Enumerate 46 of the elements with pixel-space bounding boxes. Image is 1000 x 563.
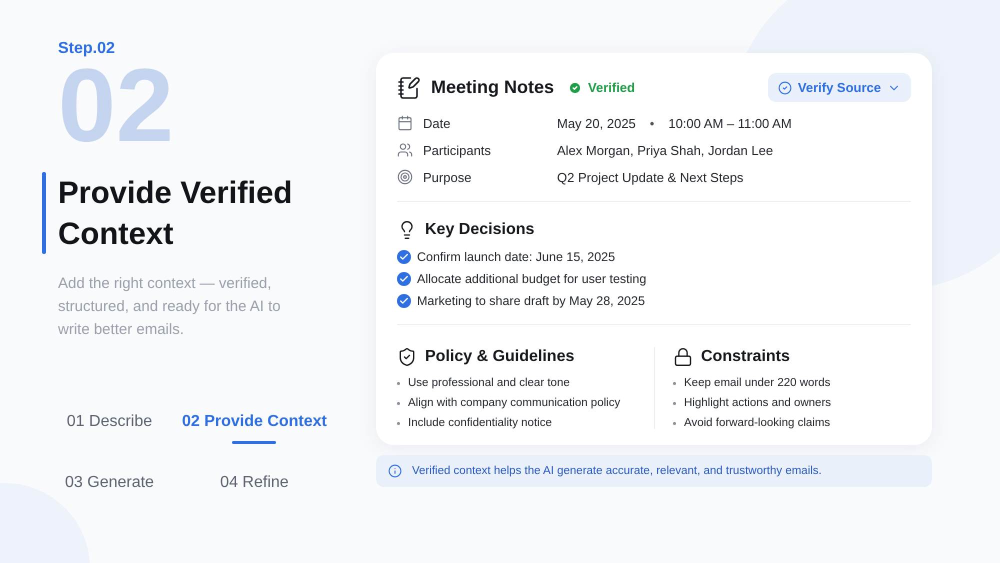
detail-value: May 20, 2025 bbox=[557, 116, 636, 130]
decision-text: Confirm launch date: June 15, 2025 bbox=[417, 250, 616, 264]
section-title: Key Decisions bbox=[425, 221, 534, 239]
decision-text: Marketing to share draft by May 28, 2025 bbox=[417, 294, 645, 308]
list-item: Avoid forward-looking claims bbox=[684, 417, 830, 429]
shield-check-icon bbox=[397, 347, 417, 367]
step-tab[interactable]: 04 Refine bbox=[178, 474, 330, 505]
description: Add the right context — verified, structured, and ready for the AI to write better emails. bbox=[58, 274, 282, 340]
step-label: Step.02 bbox=[58, 40, 115, 58]
list-item: Align with company communication policy bbox=[408, 397, 620, 409]
target-icon bbox=[397, 169, 413, 185]
detail-label: Purpose bbox=[423, 170, 472, 184]
bullet-icon bbox=[673, 382, 676, 384]
people-icon bbox=[397, 142, 413, 158]
detail-value: Q2 Project Update & Next Steps bbox=[557, 170, 744, 184]
detail-label: Date bbox=[423, 116, 450, 130]
bullet-icon bbox=[673, 422, 676, 424]
notes-icon bbox=[397, 76, 421, 100]
section-title: Policy & Guidelines bbox=[425, 348, 574, 366]
card-title: Meeting Notes bbox=[431, 77, 554, 98]
detail-label: Participants bbox=[423, 142, 491, 158]
time-range: 10:00 AM – 11:00 AM bbox=[668, 116, 792, 130]
bullet-icon bbox=[397, 382, 400, 384]
list-item: Use professional and clear tone bbox=[408, 377, 570, 389]
lock-icon bbox=[673, 347, 693, 367]
list-item: Keep email under 220 words bbox=[684, 377, 830, 389]
calendar-icon bbox=[397, 115, 413, 131]
bullet-icon bbox=[673, 402, 676, 404]
bullet-icon bbox=[397, 402, 400, 404]
section-title: Constraints bbox=[701, 348, 790, 366]
decision-text: Allocate additional budget for user testing bbox=[417, 272, 646, 286]
list-item: Highlight actions and owners bbox=[684, 397, 832, 409]
separator-dot: • bbox=[650, 116, 654, 130]
info-text: Verified context helps the AI generate accurate, relevant, and trustworthy emails. bbox=[412, 465, 822, 477]
badge-label: Verified bbox=[588, 80, 635, 95]
bullet-icon bbox=[397, 422, 400, 424]
page-title: Provide Verified Context bbox=[58, 174, 294, 253]
list-item: Include confidentiality notice bbox=[408, 417, 552, 429]
detail-value: Alex Morgan, Priya Shah, Jordan Lee bbox=[557, 142, 774, 158]
check-circle-icon bbox=[568, 80, 582, 94]
check-circle-icon bbox=[778, 80, 792, 94]
step-tab[interactable]: 01 Describe bbox=[62, 413, 157, 444]
step-tab[interactable]: 03 Generate bbox=[62, 474, 157, 505]
step-tab[interactable]: 02 Provide Context bbox=[178, 413, 330, 444]
verify-source-button[interactable]: Verify Source bbox=[768, 73, 911, 102]
info-icon bbox=[388, 464, 402, 478]
